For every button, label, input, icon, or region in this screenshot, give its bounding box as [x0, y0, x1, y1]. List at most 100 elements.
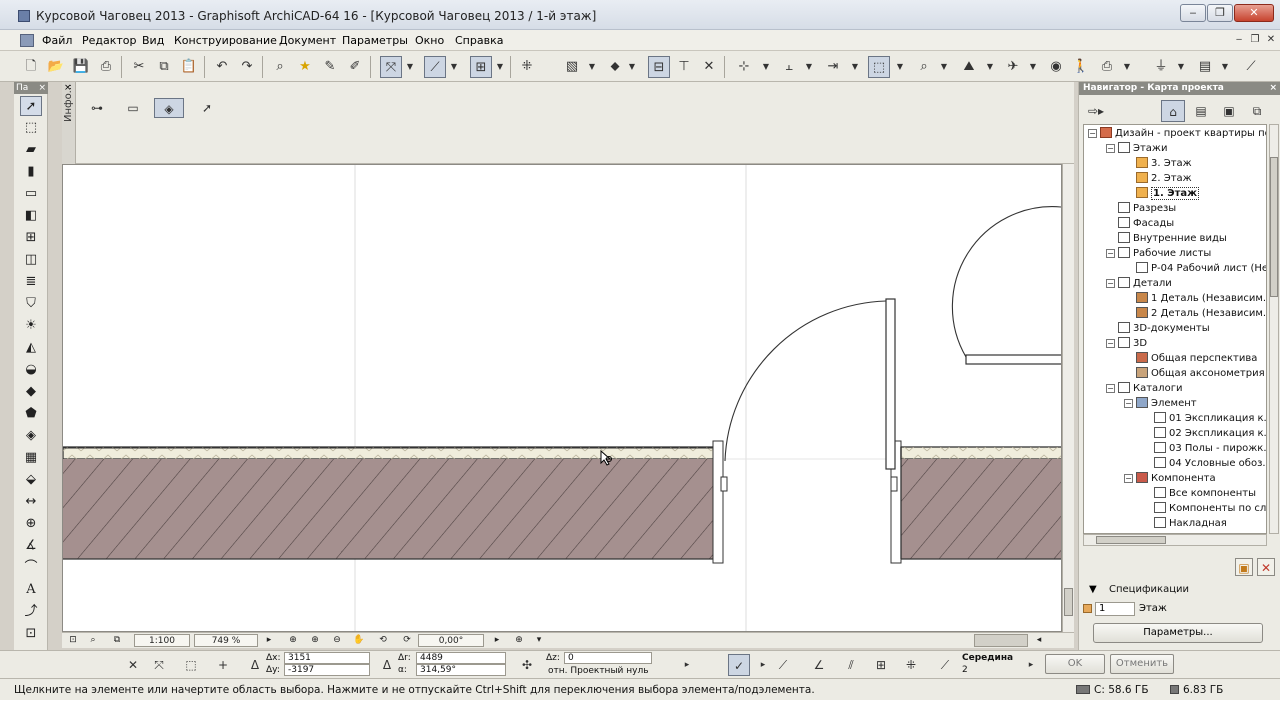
parallel-icon[interactable]: ⫽ — [840, 654, 862, 676]
menu-design[interactable]: Конструирование — [174, 34, 277, 47]
tree-item-worksheets[interactable]: Рабочие листы — [1118, 246, 1211, 261]
selection-arrow-icon[interactable]: ➚ — [192, 98, 222, 118]
snap-grid-icon[interactable]: ⁜ — [900, 654, 922, 676]
delete-selection-icon[interactable]: ✕ — [122, 654, 144, 676]
lamp-tool-icon[interactable]: ☀ — [20, 316, 42, 336]
fit-in-window-icon[interactable]: ⊡ — [64, 634, 82, 647]
menu-file[interactable]: Файл — [42, 34, 72, 47]
walk-icon[interactable]: 🚶 — [1070, 56, 1092, 78]
scale-field[interactable]: 1:100 — [134, 634, 190, 647]
orbit-icon[interactable]: ◉ — [1045, 56, 1067, 78]
navigator-settings-button[interactable]: Параметры... — [1093, 623, 1263, 643]
tree-item-detail-1[interactable]: 1 Деталь (Независим... — [1136, 291, 1266, 306]
align-icon[interactable]: ⫠ — [778, 56, 800, 78]
relative-coords-icon[interactable]: Δ — [244, 654, 266, 676]
orientation-icon[interactable]: ⟳ — [398, 634, 416, 647]
constraint-icon[interactable]: ✓ — [728, 654, 750, 676]
layout-dropdown-icon[interactable]: ▼ — [1220, 57, 1230, 77]
paste-icon[interactable]: 📋 — [178, 56, 200, 78]
tree-item-perspective[interactable]: Общая перспектива — [1136, 351, 1257, 366]
marquee-tool-icon[interactable]: ⬚ — [20, 118, 42, 138]
tree-item-schedule-01[interactable]: 01 Экспликация к... — [1154, 411, 1266, 426]
rotate-view-icon[interactable]: ⟲ — [374, 634, 392, 647]
guide-lines-icon[interactable]: ⟋ — [424, 56, 446, 78]
slab-tool-icon[interactable]: ◧ — [20, 206, 42, 226]
zoom-in-icon[interactable]: ⊕ — [284, 634, 302, 647]
maximize-button[interactable]: ❐ — [1207, 4, 1233, 22]
navigate-dropdown-icon[interactable]: ▼ — [1028, 57, 1038, 77]
cut-icon[interactable]: ✂ — [128, 56, 150, 78]
tree-item-schedule-03[interactable]: 03 Полы - пирожк... — [1154, 441, 1266, 456]
angle-field[interactable]: 314,59° — [416, 664, 506, 676]
tree-item-schedule-02[interactable]: 02 Экспликация к... — [1154, 426, 1266, 441]
beam-tool-icon[interactable]: ▭ — [20, 184, 42, 204]
zoom-icon[interactable]: ⌕ — [913, 56, 935, 78]
zoom-out-icon[interactable]: ⊖ — [328, 634, 346, 647]
zoom-in-icon-2[interactable]: ⊕ — [306, 634, 324, 647]
pen-icon[interactable]: ⬥ — [604, 56, 626, 78]
delete-icon[interactable]: ✕ — [1257, 558, 1275, 576]
save-icon[interactable]: 💾 — [70, 56, 92, 78]
project-map-icon[interactable]: ⌂ — [1161, 100, 1185, 122]
mdi-restore-button[interactable]: ❐ — [1248, 33, 1262, 47]
layout-book-icon[interactable]: ▣ — [1217, 100, 1241, 122]
menu-help[interactable]: Справка — [455, 34, 503, 47]
new-file-icon[interactable]: 🗋 — [20, 56, 42, 78]
tree-item-storey-1[interactable]: 1. Этаж — [1136, 186, 1200, 201]
menu-view[interactable]: Вид — [142, 34, 164, 47]
publish-icon[interactable]: ⎙ — [1096, 56, 1118, 78]
tree-item-components-all[interactable]: Все компоненты — [1154, 486, 1256, 501]
document-icon[interactable] — [20, 34, 34, 47]
grid-dropdown-icon[interactable]: ▼ — [495, 57, 505, 77]
dy-field[interactable]: -3197 — [284, 664, 370, 676]
trace-dropdown-icon[interactable]: ▼ — [405, 57, 415, 77]
canvas-vertical-scrollbar[interactable] — [1062, 164, 1074, 632]
tree-item-invoice[interactable]: Накладная — [1154, 516, 1227, 531]
tree-toggle-element[interactable]: − — [1124, 399, 1133, 408]
angle-field[interactable]: 0,00° — [418, 634, 484, 647]
tree-scroll-thumb[interactable] — [1270, 157, 1278, 297]
canvas-horizontal-scroll-thumb[interactable] — [974, 634, 1028, 647]
tree-toggle-storeys[interactable]: − — [1106, 144, 1115, 153]
publisher-sets-icon[interactable]: ⧉ — [1245, 100, 1269, 122]
ok-button[interactable]: OK — [1045, 654, 1105, 674]
edit-selection-icon[interactable]: ⤧ — [148, 654, 170, 676]
dr-field[interactable]: 4489 — [416, 652, 506, 664]
cross-icon[interactable]: ✕ — [698, 56, 720, 78]
grid-icon[interactable]: ⊞ — [870, 654, 892, 676]
layout-icon[interactable]: ▤ — [1194, 56, 1216, 78]
distribute-dropdown-icon[interactable]: ▼ — [850, 57, 860, 77]
distribute-icon[interactable]: ⇥ — [822, 56, 844, 78]
magic-wand-icon[interactable]: ★ — [294, 56, 316, 78]
floor-plan-canvas[interactable] — [62, 164, 1062, 632]
tree-item-element[interactable]: Элемент — [1136, 396, 1197, 411]
canvas-scroll-thumb[interactable] — [1064, 588, 1073, 616]
special-snap-icon[interactable]: ⟋ — [934, 654, 956, 676]
find-select-icon[interactable]: ⌕ — [269, 56, 291, 78]
arrow-tool-icon[interactable]: ➚ — [20, 96, 42, 116]
minimize-button[interactable]: ‒ — [1180, 4, 1206, 22]
door-tool-icon[interactable]: ◫ — [20, 250, 42, 270]
undo-icon[interactable]: ↶ — [211, 56, 233, 78]
tree-toggle-component[interactable]: − — [1124, 474, 1133, 483]
mdi-minimize-button[interactable]: ‒ — [1232, 33, 1246, 47]
suspend-groups-icon[interactable]: ⊟ — [648, 56, 670, 78]
tree-hscroll-thumb[interactable] — [1096, 536, 1166, 544]
info-box-tab[interactable]: × Инфо... — [62, 82, 76, 164]
tree-toggle-3d[interactable]: − — [1106, 339, 1115, 348]
roof-tool-icon[interactable]: ◭ — [20, 338, 42, 358]
view-mode-dropdown-icon[interactable]: ▼ — [895, 57, 905, 77]
tree-toggle-details[interactable]: − — [1106, 279, 1115, 288]
shell-tool-icon[interactable]: ◒ — [20, 360, 42, 380]
tree-item-3d[interactable]: 3D — [1118, 336, 1147, 351]
pen-dropdown-icon[interactable]: ▼ — [627, 57, 637, 77]
cancel-button[interactable]: Отменить — [1110, 654, 1174, 674]
zoom-dropdown-icon[interactable]: ▼ — [939, 57, 949, 77]
specs-expand-icon[interactable]: ▼ — [1089, 584, 1097, 595]
polar-coords-icon[interactable]: Δ — [376, 654, 398, 676]
zoom-area-icon[interactable]: ⌕ — [84, 634, 102, 647]
navigator-menu-icon[interactable]: ⇨▸ — [1081, 100, 1111, 122]
stair-tool-icon[interactable]: ≣ — [20, 272, 42, 292]
tree-item-storey-2[interactable]: 2. Этаж — [1136, 171, 1192, 186]
fill-tool-icon[interactable]: ⊡ — [20, 624, 42, 644]
